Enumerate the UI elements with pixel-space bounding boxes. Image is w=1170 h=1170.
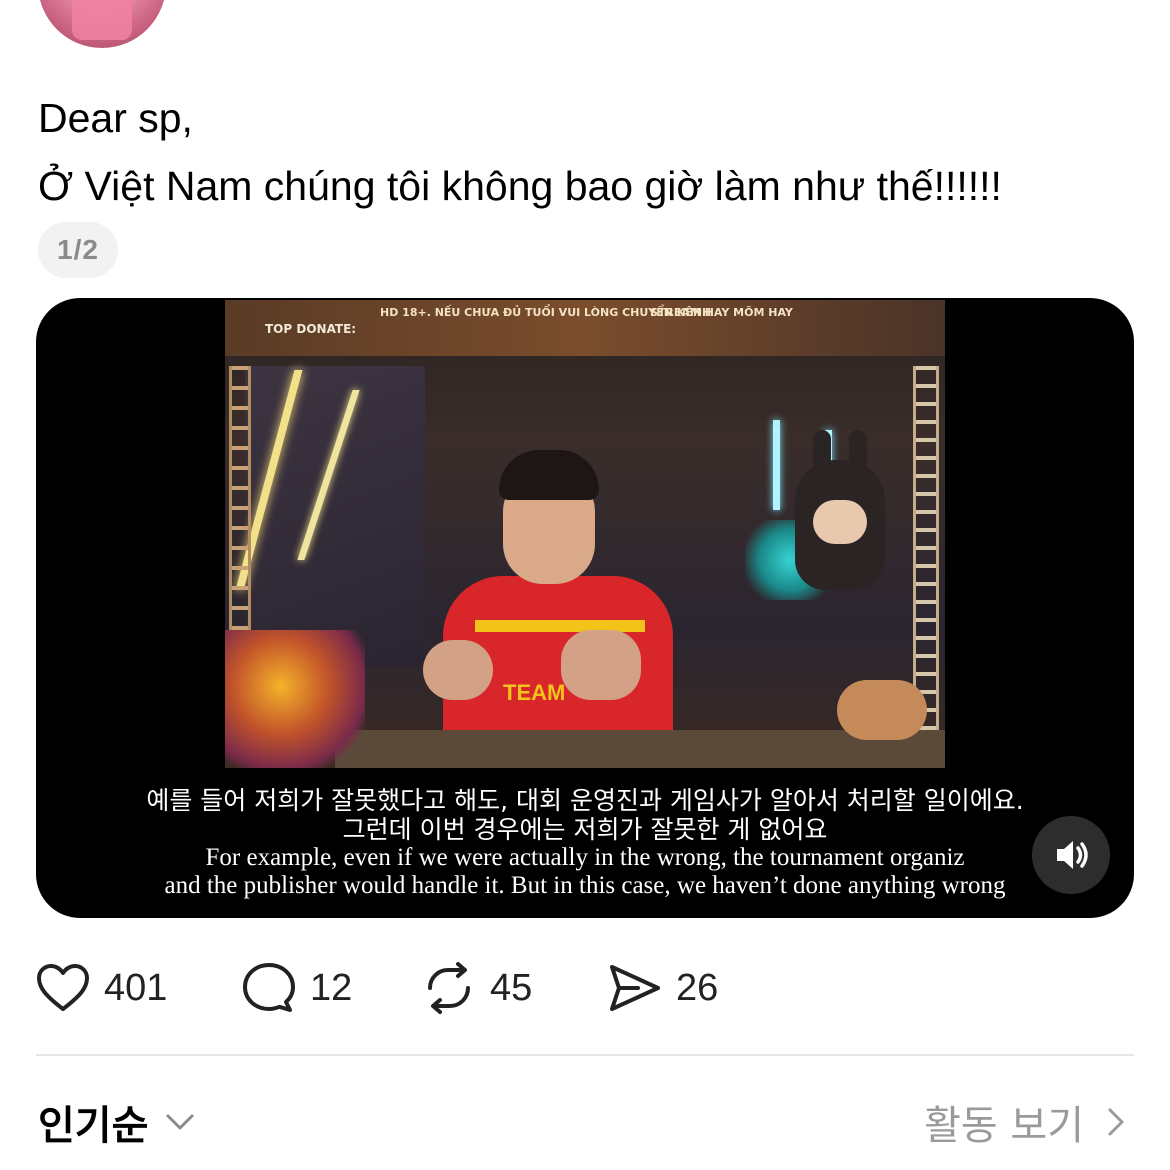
mute-button[interactable] [1032, 816, 1110, 894]
speaker-icon [1057, 841, 1088, 869]
streamer-hair [499, 450, 599, 500]
post-text: Dear sp, Ở Việt Nam chúng tôi không bao … [38, 84, 1138, 220]
send-icon [610, 965, 660, 1011]
video-player[interactable]: HD 18+. NẾU CHƯA ĐỦ TUỔI VUI LÒNG CHUYỂN… [36, 298, 1134, 918]
like-count: 401 [104, 966, 168, 1009]
share-button[interactable]: 26 [608, 958, 718, 1018]
page-indicator: 1/2 [38, 222, 118, 278]
subtitles: 예를 들어 저희가 잘못했다고 해도, 대회 운영진과 게임사가 알아서 처리할… [36, 786, 1134, 900]
reply-button[interactable]: 12 [242, 958, 352, 1018]
reply-count: 12 [310, 966, 353, 1009]
avatar-figure [72, 0, 132, 40]
streamer-hand [561, 630, 641, 700]
repost-button[interactable]: 45 [422, 958, 532, 1018]
subtitle-ko-2: 그런데 이번 경우에는 저희가 잘못한 게 없어요 [342, 815, 828, 844]
avatar[interactable] [38, 0, 166, 48]
activity-label: 활동 보기 [924, 1103, 1084, 1149]
plush-toy [795, 430, 885, 590]
post-line-2: Ở Việt Nam chúng tôi không bao giờ làm n… [38, 163, 1002, 209]
sort-dropdown[interactable]: 인기순 [38, 1094, 200, 1150]
repost-count: 45 [490, 966, 533, 1009]
divider [36, 1054, 1134, 1056]
like-button[interactable]: 401 [36, 958, 167, 1018]
shirt-text: TEAM [503, 680, 566, 705]
shirt-stripe [475, 620, 645, 632]
neon-light [773, 420, 780, 510]
chevron-down-icon [166, 1114, 194, 1130]
video-frame: HD 18+. NẾU CHƯA ĐỦ TUỔI VUI LÒNG CHUYỂN… [225, 300, 945, 768]
streamer-hand [423, 640, 493, 700]
lion-decoration [837, 680, 927, 740]
subtitle-en-2: and the publisher would handle it. But i… [164, 872, 1006, 899]
comment-icon [243, 963, 295, 1012]
share-count: 26 [676, 966, 719, 1009]
sort-label: 인기순 [38, 1103, 149, 1149]
top-donate-label: TOP DONATE: [265, 322, 357, 336]
repost-icon [428, 962, 470, 1014]
dragon-decoration [225, 630, 365, 768]
post-line-1: Dear sp, [38, 95, 193, 141]
heart-icon [37, 964, 89, 1011]
view-activity-link[interactable]: 활동 보기 [924, 1094, 1134, 1150]
action-bar: 401 12 45 26 [36, 958, 1136, 1018]
room-background [245, 366, 425, 666]
subtitle-ko-1: 예를 들어 저희가 잘못했다고 해도, 대회 운영진과 게임사가 알아서 처리할… [146, 786, 1024, 815]
username-cutoff[interactable] [410, 0, 610, 4]
chevron-right-icon [1108, 1108, 1124, 1136]
subtitle-en-1: For example, even if we were actually in… [205, 844, 965, 871]
stream-banner: HD 18+. NẾU CHƯA ĐỦ TUỔI VUI LÒNG CHUYỂN… [225, 300, 945, 356]
banner-slogan: STREAM HAY MÕM HAY [650, 306, 793, 319]
